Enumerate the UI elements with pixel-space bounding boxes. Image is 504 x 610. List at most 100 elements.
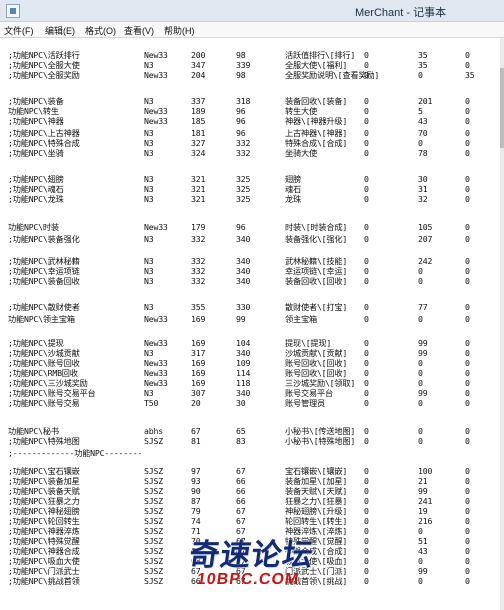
y-coordinate: 325 <box>236 184 251 194</box>
x-coordinate: 169 <box>191 368 206 378</box>
x-coordinate: 321 <box>191 194 206 204</box>
flag-a: 0 <box>364 358 369 368</box>
flag-b: 0 <box>418 266 423 276</box>
flag-c: 0 <box>465 106 470 116</box>
map-code: T50 <box>144 398 159 408</box>
flag-a: 0 <box>364 50 369 60</box>
flag-c: 0 <box>465 256 470 266</box>
menu-view[interactable]: 查看(V) <box>124 24 154 37</box>
flag-b: 0 <box>418 398 423 408</box>
map-code: N3 <box>144 128 154 138</box>
flag-b: 99 <box>418 348 428 358</box>
x-coordinate: 74 <box>191 516 201 526</box>
watermark-title: 奇速论坛 <box>187 538 316 573</box>
flag-c: 0 <box>465 234 470 244</box>
x-coordinate: 327 <box>191 138 206 148</box>
npc-name: 装备回收\[装备] <box>285 96 348 106</box>
npc-name: 领主宝箱 <box>285 314 317 324</box>
menu-bar: 文件(F) 编辑(E) 格式(O) 查看(V) 帮助(H) <box>0 22 504 38</box>
npc-name: 神器\[神器升级] <box>285 116 348 126</box>
flag-c: 0 <box>465 476 470 486</box>
x-coordinate: 169 <box>191 338 206 348</box>
y-coordinate: 30 <box>236 398 246 408</box>
npc-path: ;功能NPC\账号回收 <box>8 358 80 368</box>
npc-name: 活跃值排行\[排行] <box>285 50 356 60</box>
npc-name: 翅膀 <box>285 174 301 184</box>
flag-a: 0 <box>364 506 369 516</box>
menu-edit[interactable]: 编辑(E) <box>45 24 75 37</box>
flag-b: 21 <box>418 476 428 486</box>
flag-b: 51 <box>418 536 428 546</box>
npc-name: 时装\[时装合成] <box>285 222 348 232</box>
map-code: N3 <box>144 96 154 106</box>
menu-help[interactable]: 帮助(H) <box>164 24 195 37</box>
flag-b: 0 <box>418 70 423 80</box>
x-coordinate: 181 <box>191 128 206 138</box>
map-code: N3 <box>144 388 154 398</box>
window-title: MerChant - 记事本 <box>355 7 447 19</box>
map-code: N3 <box>144 194 154 204</box>
flag-b: 242 <box>418 256 433 266</box>
flag-b: 31 <box>418 184 428 194</box>
scrollbar-thumb[interactable] <box>500 68 504 148</box>
flag-b: 30 <box>418 174 428 184</box>
flag-c: 0 <box>465 276 470 286</box>
menu-format[interactable]: 格式(O) <box>85 24 116 37</box>
npc-name: 账号交易平台 <box>285 388 333 398</box>
npc-name: 坐骑大使 <box>285 148 317 158</box>
flag-c: 0 <box>465 266 470 276</box>
flag-b: 0 <box>418 314 423 324</box>
flag-a: 0 <box>364 576 369 586</box>
x-coordinate: 332 <box>191 276 206 286</box>
map-code: SJSZ <box>144 566 163 576</box>
flag-c: 0 <box>465 194 470 204</box>
flag-b: 77 <box>418 302 428 312</box>
flag-a: 0 <box>364 96 369 106</box>
y-coordinate: 65 <box>236 426 246 436</box>
flag-a: 0 <box>364 60 369 70</box>
flag-b: 99 <box>418 338 428 348</box>
npc-name: 账号管理员 <box>285 398 325 408</box>
x-coordinate: 97 <box>191 466 201 476</box>
text-editor[interactable]: ;功能NPC\活跃排行 New33 200 98 活跃值排行\[排行] 0 35… <box>0 38 500 610</box>
npc-path: ;功能NPC\幸运项链 <box>8 266 80 276</box>
npc-name: 龙珠 <box>285 194 301 204</box>
x-coordinate: 185 <box>191 116 206 126</box>
y-coordinate: 114 <box>236 368 251 378</box>
npc-path: ;功能NPC\龙珠 <box>8 194 64 204</box>
map-code: SJSZ <box>144 506 163 516</box>
y-coordinate: 96 <box>236 116 246 126</box>
flag-a: 0 <box>364 426 369 436</box>
flag-b: 0 <box>418 358 423 368</box>
flag-c: 0 <box>465 398 470 408</box>
npc-path: ;功能NPC\装备加星 <box>8 476 80 486</box>
y-coordinate: 96 <box>236 106 246 116</box>
x-coordinate: 332 <box>191 234 206 244</box>
x-coordinate: 189 <box>191 106 206 116</box>
flag-c: 0 <box>465 358 470 368</box>
flag-b: 99 <box>418 388 428 398</box>
flag-a: 0 <box>364 526 369 536</box>
x-coordinate: 317 <box>191 348 206 358</box>
npc-path: 功能NPC\转生 <box>8 106 59 116</box>
flag-c: 0 <box>465 378 470 388</box>
notepad-icon <box>6 4 20 18</box>
map-code: New33 <box>144 314 168 324</box>
menu-file[interactable]: 文件(F) <box>4 24 34 37</box>
y-coordinate: 98 <box>236 70 246 80</box>
y-coordinate: 67 <box>236 516 246 526</box>
npc-path: ;功能NPC\提现 <box>8 338 64 348</box>
npc-name: 轮回转生\[转生] <box>285 516 348 526</box>
map-code: SJSZ <box>144 546 163 556</box>
npc-path: ;功能NPC\吸血大使 <box>8 556 80 566</box>
flag-a: 0 <box>364 436 369 446</box>
flag-c: 0 <box>465 486 470 496</box>
flag-b: 70 <box>418 128 428 138</box>
map-code: SJSZ <box>144 536 163 546</box>
flag-b: 5 <box>418 106 423 116</box>
x-coordinate: 204 <box>191 70 206 80</box>
npc-path: ;功能NPC\装备回收 <box>8 276 80 286</box>
flag-b: 99 <box>418 566 428 576</box>
y-coordinate: 340 <box>236 388 251 398</box>
vertical-scrollbar[interactable] <box>500 38 504 610</box>
